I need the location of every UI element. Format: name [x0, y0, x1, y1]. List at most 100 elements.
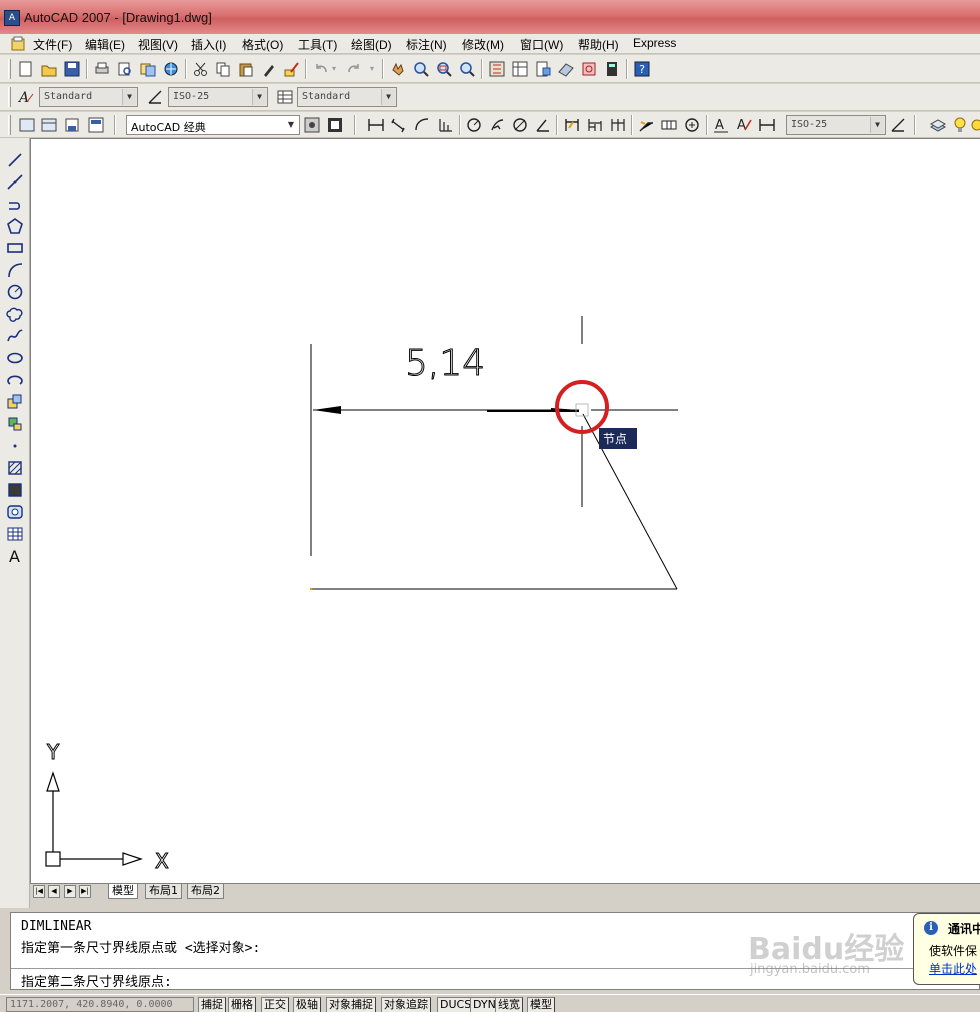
dimension-style-combo[interactable]: ISO-25 ▼: [168, 87, 268, 107]
ellipse-icon[interactable]: [6, 349, 24, 367]
dimension-text-edit-icon[interactable]: A: [735, 116, 753, 134]
text-style-combo[interactable]: Standard ▼: [39, 87, 138, 107]
pan-realtime-icon[interactable]: [389, 60, 407, 78]
angular-dimension-icon[interactable]: [534, 116, 552, 134]
block-editor-icon[interactable]: [283, 60, 301, 78]
menu-help[interactable]: 帮助(H): [578, 36, 619, 53]
baseline-dimension-icon[interactable]: [586, 116, 604, 134]
last-tab-icon[interactable]: ▶|: [79, 885, 91, 898]
zoom-window-icon[interactable]: [435, 60, 453, 78]
lineweight-toggle[interactable]: 线宽: [495, 997, 523, 1012]
communication-center-balloon[interactable]: i 通讯中 使软件保 单击此处: [913, 913, 980, 985]
undo-dropdown-icon[interactable]: ▾: [332, 64, 336, 73]
publish-icon[interactable]: [139, 60, 157, 78]
osnap-toggle[interactable]: 对象捕捉: [326, 997, 376, 1012]
new-file-icon[interactable]: [17, 60, 35, 78]
line-icon[interactable]: [6, 151, 24, 169]
workspace-settings-icon[interactable]: [40, 116, 58, 134]
table-icon[interactable]: [6, 525, 24, 543]
quick-dimension-icon[interactable]: [563, 116, 581, 134]
tool-palettes-icon[interactable]: [534, 60, 552, 78]
redo-icon[interactable]: [345, 60, 363, 78]
autocad-app-icon[interactable]: A: [4, 10, 20, 26]
redo-dropdown-icon[interactable]: ▾: [370, 64, 374, 73]
layer-manager-icon[interactable]: [929, 116, 947, 134]
gradient-icon[interactable]: [6, 481, 24, 499]
menu-express[interactable]: Express: [633, 36, 676, 50]
undo-icon[interactable]: [312, 60, 330, 78]
zoom-realtime-icon[interactable]: [412, 60, 430, 78]
ortho-toggle[interactable]: 正交: [261, 997, 289, 1012]
region-icon[interactable]: [6, 503, 24, 521]
ellipse-arc-icon[interactable]: [6, 371, 24, 389]
construction-line-icon[interactable]: [6, 173, 24, 191]
insert-block-icon[interactable]: [6, 393, 24, 411]
clean-screen-icon[interactable]: [326, 116, 344, 134]
rectangle-icon[interactable]: [6, 239, 24, 257]
chevron-down-icon[interactable]: ▼: [284, 117, 298, 133]
markup-set-manager-icon[interactable]: [580, 60, 598, 78]
table-style-icon[interactable]: [276, 88, 294, 106]
spline-icon[interactable]: [6, 327, 24, 345]
cut-icon[interactable]: [192, 60, 210, 78]
dimension-style-icon[interactable]: [146, 88, 164, 106]
model-toggle[interactable]: 模型: [527, 997, 555, 1012]
document-icon[interactable]: [10, 36, 26, 51]
polyline-icon[interactable]: [6, 195, 24, 213]
chevron-down-icon[interactable]: ▼: [122, 89, 136, 105]
workspace-gear-icon[interactable]: [303, 116, 321, 134]
tab-layout1[interactable]: 布局1: [145, 884, 182, 899]
ducs-toggle[interactable]: DUCS: [437, 997, 475, 1012]
save-workspace-icon[interactable]: [63, 116, 81, 134]
revision-cloud-icon[interactable]: [6, 305, 24, 323]
ordinate-dimension-icon[interactable]: [436, 116, 454, 134]
polygon-icon[interactable]: [6, 217, 24, 235]
menu-format[interactable]: 格式(O): [242, 36, 283, 53]
previous-tab-icon[interactable]: ◀: [48, 885, 60, 898]
coordinate-display[interactable]: 1171.2007, 420.8940, 0.0000: [6, 997, 194, 1012]
tab-layout2[interactable]: 布局2: [187, 884, 224, 899]
grid-toggle[interactable]: 栅格: [228, 997, 256, 1012]
menu-draw[interactable]: 绘图(D): [351, 36, 392, 53]
customize-icon[interactable]: [87, 116, 105, 134]
menu-modify[interactable]: 修改(M): [462, 36, 504, 53]
continue-dimension-icon[interactable]: [609, 116, 627, 134]
quick-leader-icon[interactable]: [637, 116, 655, 134]
plot-icon[interactable]: [93, 60, 111, 78]
radius-dimension-icon[interactable]: [465, 116, 483, 134]
table-style-combo[interactable]: Standard ▼: [297, 87, 397, 107]
linear-dimension-icon[interactable]: [367, 116, 385, 134]
arc-icon[interactable]: [6, 261, 24, 279]
3d-dwf-icon[interactable]: [162, 60, 180, 78]
menu-tools[interactable]: 工具(T): [298, 36, 337, 53]
jogged-dimension-icon[interactable]: [488, 116, 506, 134]
aligned-dimension-icon[interactable]: [389, 116, 407, 134]
tolerance-icon[interactable]: [660, 116, 678, 134]
toolbar-grip[interactable]: [8, 59, 11, 79]
paste-icon[interactable]: [237, 60, 255, 78]
open-file-icon[interactable]: [40, 60, 58, 78]
circle-icon[interactable]: [6, 283, 24, 301]
dimension-update-icon[interactable]: [758, 116, 776, 134]
zoom-previous-icon[interactable]: [458, 60, 476, 78]
drawing-canvas[interactable]: 5,14 节点 Y X: [30, 138, 980, 883]
help-icon[interactable]: ?: [633, 60, 651, 78]
plot-preview-icon[interactable]: [116, 60, 134, 78]
drawing-area[interactable]: 5,14 节点 Y X: [31, 139, 980, 884]
command-window[interactable]: DIMLINEAR 指定第一条尺寸界线原点或 <选择对象>: 指定第二条尺寸界线…: [10, 912, 980, 990]
center-mark-icon[interactable]: [683, 116, 701, 134]
match-properties-icon[interactable]: [260, 60, 278, 78]
dimension-style-combo-2[interactable]: ISO-25 ▼: [786, 115, 886, 135]
make-block-icon[interactable]: [6, 415, 24, 433]
workspace-combo[interactable]: AutoCAD 经典 ▼: [126, 115, 300, 135]
sheet-set-manager-icon[interactable]: [557, 60, 575, 78]
hatch-icon[interactable]: [6, 459, 24, 477]
quickcalc-icon[interactable]: [603, 60, 621, 78]
menu-window[interactable]: 窗口(W): [520, 36, 563, 53]
text-style-icon[interactable]: A: [17, 88, 35, 106]
chevron-down-icon[interactable]: ▼: [381, 89, 395, 105]
menu-file[interactable]: 文件(F): [33, 36, 72, 53]
balloon-link[interactable]: 单击此处: [929, 960, 977, 977]
diameter-dimension-icon[interactable]: [511, 116, 529, 134]
arc-length-icon[interactable]: [413, 116, 431, 134]
